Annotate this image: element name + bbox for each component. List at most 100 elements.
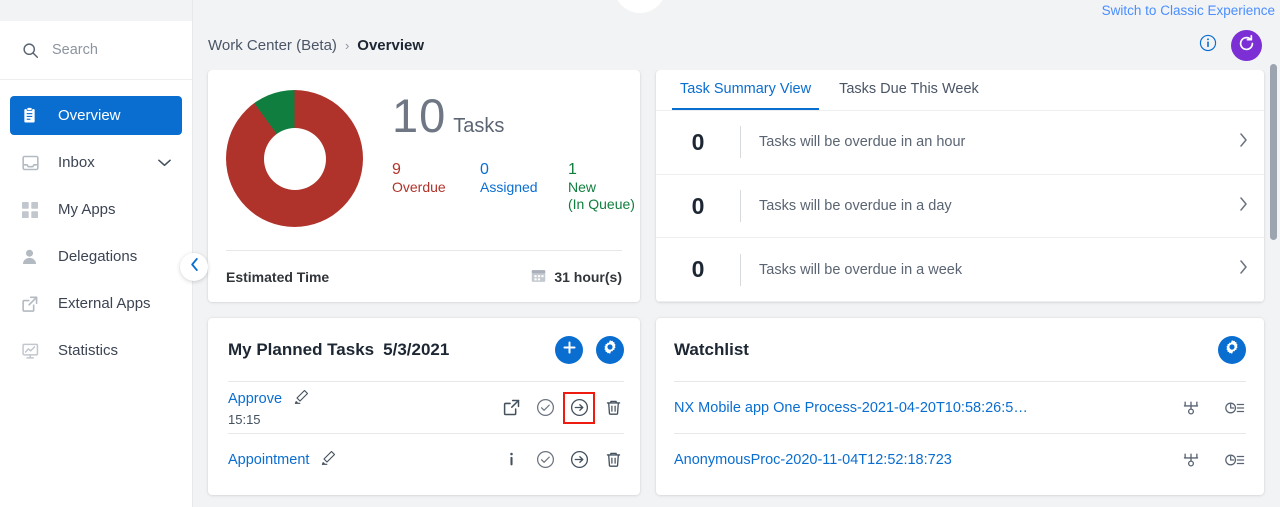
scrollbar-thumb[interactable] <box>1270 64 1277 240</box>
donut-chart-wrapper <box>226 86 380 250</box>
sidebar-item-delegations[interactable]: Delegations <box>10 237 182 276</box>
add-task-button[interactable] <box>555 335 583 364</box>
sidebar-item-label: My Apps <box>58 201 116 218</box>
planned-tasks-settings-button[interactable] <box>596 335 624 364</box>
vertical-scrollbar[interactable] <box>1270 64 1277 504</box>
sidebar-nav: Overview Inbox My Apps Delegations Exter… <box>0 80 192 378</box>
sidebar-item-statistics[interactable]: Statistics <box>10 331 182 370</box>
sidebar-item-overview[interactable]: Overview <box>10 96 182 135</box>
overdue-week-row[interactable]: 0 Tasks will be overdue in a week <box>656 238 1264 302</box>
sidebar-item-external-apps[interactable]: External Apps <box>10 284 182 323</box>
check-circle-icon[interactable] <box>534 449 556 471</box>
planned-tasks-title: My Planned Tasks <box>228 339 375 359</box>
planned-tasks-header: My Planned Tasks 5/3/2021 <box>228 318 624 381</box>
refresh-button[interactable] <box>1231 30 1262 61</box>
sidebar-item-label: Statistics <box>58 342 119 359</box>
chevron-right-icon[interactable] <box>1239 196 1248 216</box>
planned-task-row[interactable]: Appointment <box>228 433 624 485</box>
breadcrumb-root[interactable]: Work Center (Beta) <box>208 37 337 54</box>
total-tasks-value: 10 <box>392 89 447 142</box>
overdue-hour-row[interactable]: 0 Tasks will be overdue in an hour <box>656 111 1264 175</box>
task-donut-chart <box>226 90 363 227</box>
tab-task-summary-view[interactable]: Task Summary View <box>672 70 820 111</box>
planned-task-name[interactable]: Approve <box>228 391 282 407</box>
arrow-right-circle-icon[interactable] <box>568 449 590 471</box>
total-tasks-unit: Tasks <box>453 115 505 137</box>
gear-icon <box>602 339 618 360</box>
switch-to-classic-link[interactable]: Switch to Classic Experience <box>1102 3 1275 18</box>
plus-icon <box>562 340 577 360</box>
gear-icon <box>1224 339 1240 360</box>
work-center-app: Search Overview Inbox My Apps Delegation… <box>0 0 1280 507</box>
legend-item-overdue[interactable]: 9 Overdue <box>392 161 480 213</box>
sidebar-item-inbox[interactable]: Inbox <box>10 143 182 182</box>
page-title: Overview <box>357 37 424 54</box>
row-text: Tasks will be overdue in a week <box>759 261 963 278</box>
process-flow-icon[interactable] <box>1180 397 1202 419</box>
check-circle-icon[interactable] <box>534 397 556 419</box>
arrow-right-circle-icon[interactable] <box>563 391 595 424</box>
history-icon[interactable] <box>1224 397 1246 419</box>
estimated-time-label: Estimated Time <box>226 268 330 285</box>
watchlist-settings-button[interactable] <box>1218 335 1246 364</box>
watchlist-row[interactable]: AnonymousProc-2020-11-04T12:52:18:723 <box>674 433 1246 485</box>
watchlist-title: Watchlist <box>674 339 749 359</box>
trash-icon[interactable] <box>602 449 624 471</box>
chevron-right-icon[interactable] <box>1239 133 1248 152</box>
watchlist-row[interactable]: NX Mobile app One Process-2021-04-20T10:… <box>674 381 1246 433</box>
planned-task-time: 15:15 <box>228 411 261 427</box>
legend-value: 9 <box>392 161 401 178</box>
info-icon[interactable] <box>500 449 522 471</box>
total-tasks: 10 Tasks <box>392 92 678 139</box>
planned-task-actions <box>500 449 624 471</box>
inbox-icon <box>22 155 44 171</box>
search-placeholder: Search <box>52 42 98 58</box>
main-area: Switch to Classic Experience Work Center… <box>192 0 1280 507</box>
row-text: Tasks will be overdue in a day <box>759 198 952 215</box>
sidebar-item-label: Delegations <box>58 248 138 265</box>
tab-tasks-due-this-week[interactable]: Tasks Due This Week <box>831 70 987 110</box>
planned-task-row[interactable]: Approve 15:15 <box>228 381 624 433</box>
planned-task-name-row: Approve <box>228 389 309 409</box>
task-summary-tabs: Task Summary View Tasks Due This Week <box>656 70 1264 112</box>
sidebar-item-label: External Apps <box>58 295 151 312</box>
watchlist-row-actions <box>1180 449 1246 471</box>
legend-item-assigned[interactable]: 0 Assigned <box>480 161 568 213</box>
planned-task-info: Appointment <box>228 450 336 470</box>
chevron-down-icon[interactable] <box>158 154 171 171</box>
calendar-icon <box>531 268 546 286</box>
estimated-time-value: 31 hour(s) <box>554 268 622 285</box>
chevron-left-icon <box>190 258 199 276</box>
trash-icon[interactable] <box>602 397 624 419</box>
planned-task-actions <box>500 391 624 424</box>
pencil-icon[interactable] <box>294 389 309 409</box>
task-summary-view-card: Task Summary View Tasks Due This Week 0 … <box>656 70 1264 302</box>
watchlist-process-name[interactable]: NX Mobile app One Process-2021-04-20T10:… <box>674 400 1028 416</box>
watchlist-process-name[interactable]: AnonymousProc-2020-11-04T12:52:18:723 <box>674 452 952 468</box>
chevron-right-icon[interactable] <box>1239 260 1248 279</box>
history-icon[interactable] <box>1224 449 1246 471</box>
refresh-icon <box>1237 34 1256 58</box>
sidebar-item-my-apps[interactable]: My Apps <box>10 190 182 229</box>
planned-tasks-column: My Planned Tasks 5/3/2021 Approve 15:15 … <box>208 318 640 495</box>
sidebar-collapse-button[interactable] <box>180 253 208 281</box>
my-planned-tasks-card: My Planned Tasks 5/3/2021 Approve 15:15 … <box>208 318 640 495</box>
pencil-icon[interactable] <box>321 450 336 470</box>
sidebar: Search Overview Inbox My Apps Delegation… <box>0 0 192 507</box>
dashboard-row-bottom: My Planned Tasks 5/3/2021 Approve 15:15 … <box>208 318 1264 495</box>
estimated-time-row: Estimated Time 31 hour(s) <box>226 250 622 302</box>
search-input[interactable]: Search <box>0 21 192 80</box>
planned-tasks-date: 5/3/2021 <box>383 339 450 359</box>
summary-stats: 10 Tasks 9 Overdue 0 Assigned 1 New (In … <box>380 86 678 250</box>
task-summary-view-column: Task Summary View Tasks Due This Week 0 … <box>656 70 1264 302</box>
info-circle-icon[interactable] <box>1199 34 1217 57</box>
process-flow-icon[interactable] <box>1180 449 1202 471</box>
planned-task-name-row: Appointment <box>228 450 336 470</box>
sidebar-item-label: Overview <box>58 107 121 124</box>
grid-icon <box>22 201 44 218</box>
overdue-day-row[interactable]: 0 Tasks will be overdue in a day <box>656 175 1264 239</box>
external-link-icon[interactable] <box>500 397 522 419</box>
classic-experience-bar: Switch to Classic Experience <box>192 0 1280 21</box>
planned-task-name[interactable]: Appointment <box>228 452 309 468</box>
person-icon <box>22 249 44 265</box>
